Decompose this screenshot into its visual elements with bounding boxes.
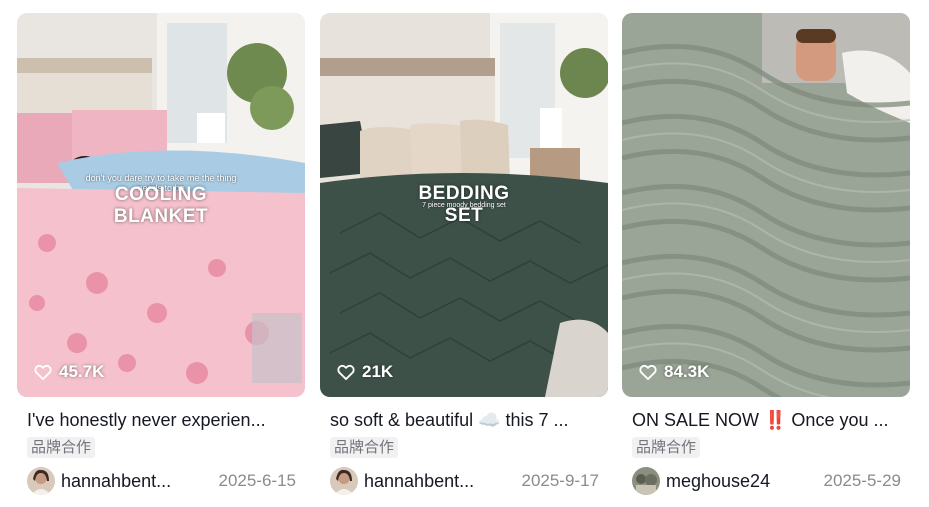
- brand-partnership-badge: 品牌合作: [632, 437, 701, 458]
- post-date: 2025-6-15: [218, 471, 296, 490]
- video-overlay-caption: 7 piece moody bedding set: [422, 202, 506, 209]
- brand-partnership-badge: 品牌合作: [27, 437, 96, 458]
- video-title[interactable]: ON SALE NOW ‼️ Once you ...: [622, 409, 892, 431]
- brand-partnership-badge: 品牌合作: [330, 437, 399, 458]
- like-count: 84.3K: [638, 362, 709, 382]
- author-username[interactable]: meghouse24: [666, 471, 788, 492]
- video-thumbnail[interactable]: BEDDING SET 7 piece moody bedding set 21…: [320, 13, 608, 397]
- author-row: hannahbent... 2025-9-17: [320, 466, 608, 496]
- like-count: 45.7K: [33, 362, 104, 382]
- author-row: meghouse24 2025-5-29: [622, 466, 910, 496]
- avatar[interactable]: [632, 467, 660, 495]
- post-date: 2025-9-17: [521, 471, 599, 490]
- thumbnail-image: [622, 13, 910, 397]
- author-username[interactable]: hannahbent...: [364, 471, 486, 492]
- video-title[interactable]: I've honestly never experien...: [17, 409, 287, 431]
- heart-outline-icon: [34, 364, 52, 380]
- heart-outline-icon: [337, 364, 355, 380]
- heart-outline-icon: [639, 364, 657, 380]
- author-username[interactable]: hannahbent...: [61, 471, 183, 492]
- author-row: hannahbent... 2025-6-15: [17, 466, 305, 496]
- avatar[interactable]: [330, 467, 358, 495]
- video-thumbnail[interactable]: don't you dare try to take me the thing …: [17, 13, 305, 397]
- video-card[interactable]: don't you dare try to take me the thing …: [17, 13, 305, 496]
- avatar[interactable]: [27, 467, 55, 495]
- video-card[interactable]: 84.3K ON SALE NOW ‼️ Once you ... 品牌合作 m…: [622, 13, 910, 496]
- like-count: 21K: [336, 362, 393, 382]
- video-thumbnail[interactable]: 84.3K: [622, 13, 910, 397]
- post-date: 2025-5-29: [823, 471, 901, 490]
- video-overlay-title: COOLING BLANKET: [113, 184, 209, 227]
- like-count-value: 84.3K: [664, 362, 710, 381]
- video-card[interactable]: BEDDING SET 7 piece moody bedding set 21…: [320, 13, 608, 496]
- like-count-value: 21K: [362, 362, 394, 381]
- video-title[interactable]: so soft & beautiful ☁️ this 7 ...: [320, 409, 590, 431]
- like-count-value: 45.7K: [59, 362, 105, 381]
